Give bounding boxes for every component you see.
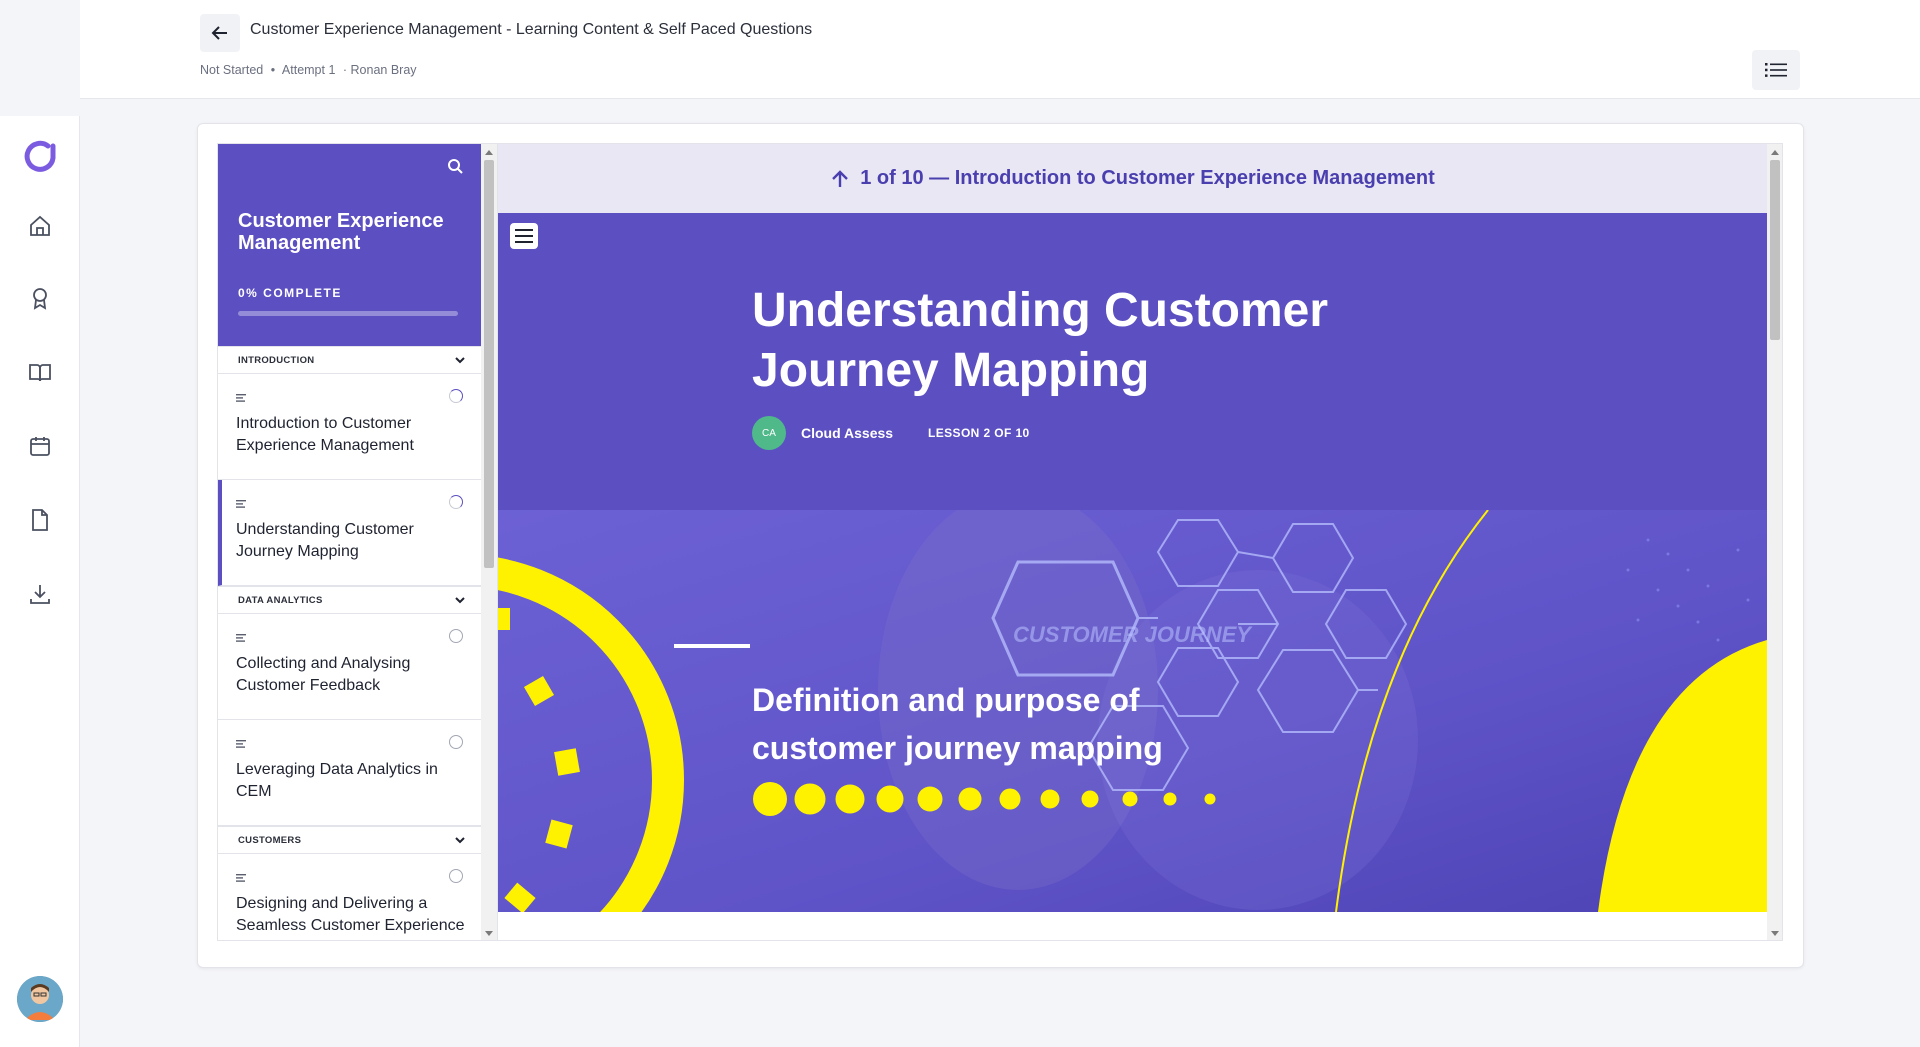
lesson-title: Designing and Delivering a Seamless Cust…	[236, 895, 465, 934]
page-title: Customer Experience Management - Learnin…	[250, 21, 813, 38]
calendar-icon[interactable]	[24, 430, 56, 462]
lesson-title: Leveraging Data Analytics in CEM	[236, 761, 438, 800]
lesson-text-icon	[236, 740, 246, 748]
lesson-item[interactable]: Designing and Delivering a Seamless Cust…	[218, 854, 481, 940]
outline-scrollbar[interactable]	[481, 144, 497, 940]
search-icon[interactable]	[447, 158, 463, 179]
author-avatar: CA	[752, 416, 786, 450]
content-scrollbar[interactable]	[1767, 144, 1782, 940]
previous-lesson-label: 1 of 10 — Introduction to Customer Exper…	[860, 167, 1435, 189]
lesson-hero: Understanding Customer Journey Mapping C…	[498, 213, 1767, 510]
section-label: DATA ANALYTICS	[238, 594, 323, 606]
lesson-title-heading: Understanding Customer Journey Mapping	[752, 284, 1329, 397]
course-outline: Customer Experience Management 0% COMPLE…	[217, 143, 498, 941]
user-avatar[interactable]	[17, 976, 63, 1022]
course-header: Customer Experience Management 0% COMPLE…	[218, 144, 481, 346]
meta-separator: •	[270, 63, 276, 77]
lesson-title: Introduction to Customer Experience Mana…	[236, 415, 414, 454]
chevron-down-icon	[455, 836, 465, 843]
course-progress-bar	[238, 311, 458, 316]
lesson-status-indicator	[449, 629, 463, 643]
document-icon[interactable]	[24, 504, 56, 536]
outline-menu-button[interactable]	[1752, 50, 1800, 90]
scroll-down-arrow[interactable]	[485, 931, 493, 936]
back-arrow-icon	[211, 26, 227, 40]
attempt-number: Attempt 1	[281, 63, 336, 77]
previous-lesson-link[interactable]: 1 of 10 — Introduction to Customer Exper…	[498, 144, 1767, 213]
app-nav-rail	[0, 116, 80, 1047]
back-button[interactable]	[200, 14, 240, 52]
scrollbar-thumb[interactable]	[484, 160, 494, 568]
lesson-text-icon	[236, 500, 246, 508]
lesson-list: INTRODUCTION Introduction to Customer Ex…	[218, 346, 481, 940]
lesson-status-indicator	[449, 869, 463, 883]
lesson-title: Understanding Customer Journey Mapping	[236, 521, 414, 560]
lesson-status-indicator	[449, 735, 463, 749]
attempt-meta: Not Started • Attempt 1 · Ronan Bray	[200, 63, 421, 77]
chevron-down-icon	[455, 596, 465, 603]
award-icon[interactable]	[24, 282, 56, 314]
chevron-down-icon	[455, 356, 465, 363]
lesson-item[interactable]: Introduction to Customer Experience Mana…	[218, 374, 481, 480]
banner-divider	[674, 644, 750, 648]
lesson-number: LESSON 2 OF 10	[928, 426, 1030, 440]
lesson-item[interactable]: Leveraging Data Analytics in CEM	[218, 720, 481, 826]
download-icon[interactable]	[24, 578, 56, 610]
lesson-content: 1 of 10 — Introduction to Customer Exper…	[497, 143, 1783, 941]
lesson-title: Collecting and Analysing Customer Feedba…	[236, 655, 411, 694]
course-title: Customer Experience Management	[238, 210, 444, 254]
lesson-status-indicator	[449, 389, 463, 403]
page-header: Customer Experience Management - Learnin…	[80, 0, 1920, 99]
section-header[interactable]: CUSTOMERS	[218, 826, 481, 854]
logo-icon[interactable]	[22, 140, 58, 176]
author-name: Cloud Assess	[801, 425, 894, 441]
banner-heading: Definition and purpose of customer journ…	[752, 682, 1163, 766]
section-header[interactable]: INTRODUCTION	[218, 346, 481, 374]
lesson-status-indicator	[449, 495, 463, 509]
scroll-down-arrow[interactable]	[1771, 931, 1779, 936]
course-progress-label: 0% COMPLETE	[238, 286, 342, 300]
learner-name: · Ronan Bray	[342, 63, 417, 77]
scroll-up-arrow[interactable]	[1771, 150, 1779, 155]
arrow-up-icon	[832, 169, 849, 187]
home-icon[interactable]	[24, 210, 56, 242]
book-icon[interactable]	[24, 356, 56, 388]
scroll-up-arrow[interactable]	[485, 150, 493, 155]
section-header[interactable]: DATA ANALYTICS	[218, 586, 481, 614]
banner-watermark: CUSTOMER JOURNEY	[1013, 622, 1253, 647]
lesson-banner-image: CUSTOMER JOURNEY Definition and purpose …	[498, 510, 1767, 912]
rail-top-spacer	[0, 0, 80, 116]
list-menu-icon	[1765, 63, 1787, 77]
lesson-text-icon	[236, 394, 246, 402]
scrollbar-thumb[interactable]	[1770, 160, 1780, 340]
lesson-item[interactable]: Collecting and Analysing Customer Feedba…	[218, 614, 481, 720]
lesson-text-icon	[236, 634, 246, 642]
lesson-item-active[interactable]: Understanding Customer Journey Mapping	[218, 480, 481, 586]
lesson-text-icon	[236, 874, 246, 882]
section-label: INTRODUCTION	[238, 354, 315, 366]
attempt-status: Not Started	[200, 63, 264, 77]
hamburger-icon[interactable]	[510, 223, 538, 249]
section-label: CUSTOMERS	[238, 834, 302, 846]
